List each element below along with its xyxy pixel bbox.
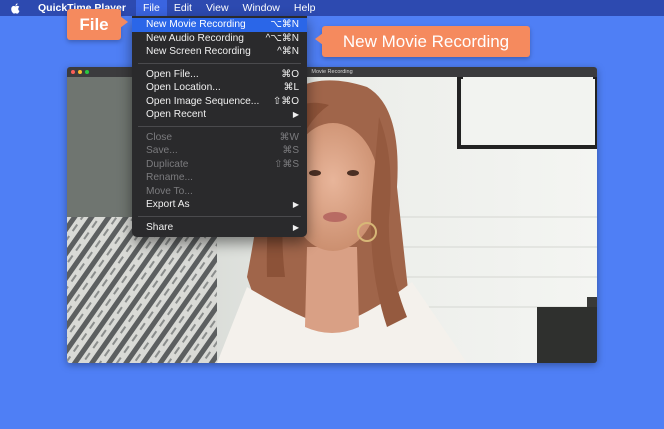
callout-file: File — [67, 9, 128, 40]
callout-pointer — [315, 33, 323, 45]
menu-item-open-recent[interactable]: Open Recent ▶ — [132, 108, 307, 122]
menu-item-new-screen-recording[interactable]: New Screen Recording ^⌘N — [132, 45, 307, 59]
menu-item-open-location[interactable]: Open Location... ⌘L — [132, 81, 307, 95]
menu-item-rename: Rename... — [146, 172, 193, 184]
apple-icon — [11, 2, 20, 14]
menu-item-new-audio-recording[interactable]: New Audio Recording ^⌥⌘N — [132, 32, 307, 46]
file-menu-dropdown: New Movie Recording ⌥⌘N New Audio Record… — [132, 16, 307, 237]
menu-view[interactable]: View — [199, 0, 236, 16]
menu-separator — [138, 125, 301, 127]
menu-help[interactable]: Help — [287, 0, 323, 16]
menu-item-export-as[interactable]: Export As ▶ — [132, 198, 307, 212]
submenu-arrow-icon: ▶ — [292, 200, 299, 210]
menu-window[interactable]: Window — [236, 0, 287, 16]
menu-item-open-file[interactable]: Open File... ⌘O — [132, 68, 307, 82]
menu-item-duplicate: Duplicate ⇧⌘S — [146, 158, 299, 170]
menu-file[interactable]: File — [135, 0, 167, 16]
menu-separator — [138, 62, 301, 64]
callout-pointer — [120, 16, 128, 28]
submenu-arrow-icon: ▶ — [292, 110, 299, 120]
submenu-arrow-icon: ▶ — [292, 222, 299, 232]
menu-item-share[interactable]: Share ▶ — [132, 221, 307, 235]
menu-item-move-to: Move To... — [146, 185, 193, 197]
menu-item-save: Save... ⌘S — [146, 145, 299, 157]
callout-new-movie-recording: New Movie Recording — [315, 26, 530, 57]
menu-separator — [138, 215, 301, 217]
menu-item-open-image-sequence[interactable]: Open Image Sequence... ⇧⌘O — [132, 95, 307, 109]
menu-item-new-movie-recording[interactable]: New Movie Recording ⌥⌘N — [132, 18, 307, 32]
apple-menu[interactable] — [0, 2, 30, 14]
menu-item-close: Close ⌘W — [146, 131, 299, 143]
menu-edit[interactable]: Edit — [167, 0, 199, 16]
